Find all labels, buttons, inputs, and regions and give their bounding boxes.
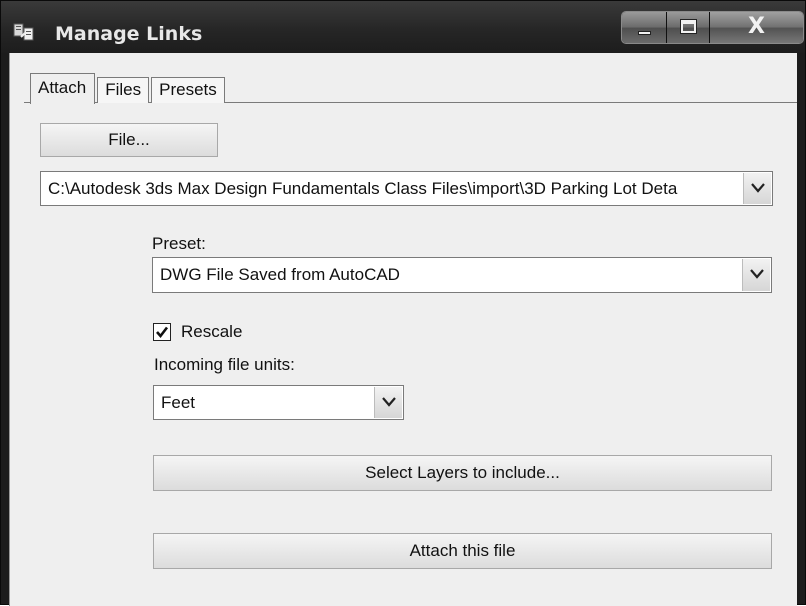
close-icon: X — [748, 14, 765, 39]
check-icon — [156, 326, 169, 339]
file-path-value: C:\Autodesk 3ds Max Design Fundamentals … — [48, 179, 678, 198]
tab-presets[interactable]: Presets — [151, 77, 225, 103]
preset-dropdown-button[interactable] — [742, 259, 770, 291]
rescale-option[interactable]: Rescale — [153, 321, 242, 343]
incoming-units-dropdown[interactable]: Feet — [153, 385, 404, 420]
tab-files[interactable]: Files — [97, 77, 150, 103]
rescale-label: Rescale — [181, 322, 243, 341]
tab-strip: Attach Files Presets — [30, 71, 227, 104]
caption-buttons: X — [621, 11, 804, 44]
maximize-icon — [680, 19, 697, 34]
manage-links-window: Manage Links X Attach Files Presets File… — [0, 0, 806, 606]
dialog-client-area: Attach Files Presets File... C:\Autodesk… — [9, 53, 797, 606]
file-path-dropdown-button[interactable] — [743, 173, 771, 204]
preset-value: DWG File Saved from AutoCAD — [160, 265, 400, 284]
manage-links-icon — [13, 22, 35, 42]
tab-attach[interactable]: Attach — [30, 73, 96, 104]
attach-file-button[interactable]: Attach this file — [153, 533, 772, 569]
preset-label: Preset: — [152, 234, 206, 253]
file-button[interactable]: File... — [40, 123, 218, 157]
incoming-units-value: Feet — [161, 393, 196, 412]
preset-dropdown[interactable]: DWG File Saved from AutoCAD — [152, 257, 772, 293]
incoming-units-dropdown-button[interactable] — [374, 387, 402, 418]
maximize-button[interactable] — [667, 12, 710, 43]
window-title: Manage Links — [55, 23, 203, 45]
close-button[interactable]: X — [710, 12, 803, 43]
chevron-down-icon — [382, 397, 396, 407]
minimize-icon — [638, 31, 651, 35]
file-path-dropdown[interactable]: C:\Autodesk 3ds Max Design Fundamentals … — [40, 171, 773, 206]
select-layers-button[interactable]: Select Layers to include... — [153, 455, 772, 491]
minimize-button[interactable] — [622, 12, 667, 43]
rescale-checkbox[interactable] — [153, 323, 171, 341]
chevron-down-icon — [750, 269, 764, 279]
chevron-down-icon — [751, 183, 765, 193]
title-bar[interactable]: Manage Links X — [1, 1, 805, 53]
incoming-units-label: Incoming file units: — [154, 355, 295, 374]
